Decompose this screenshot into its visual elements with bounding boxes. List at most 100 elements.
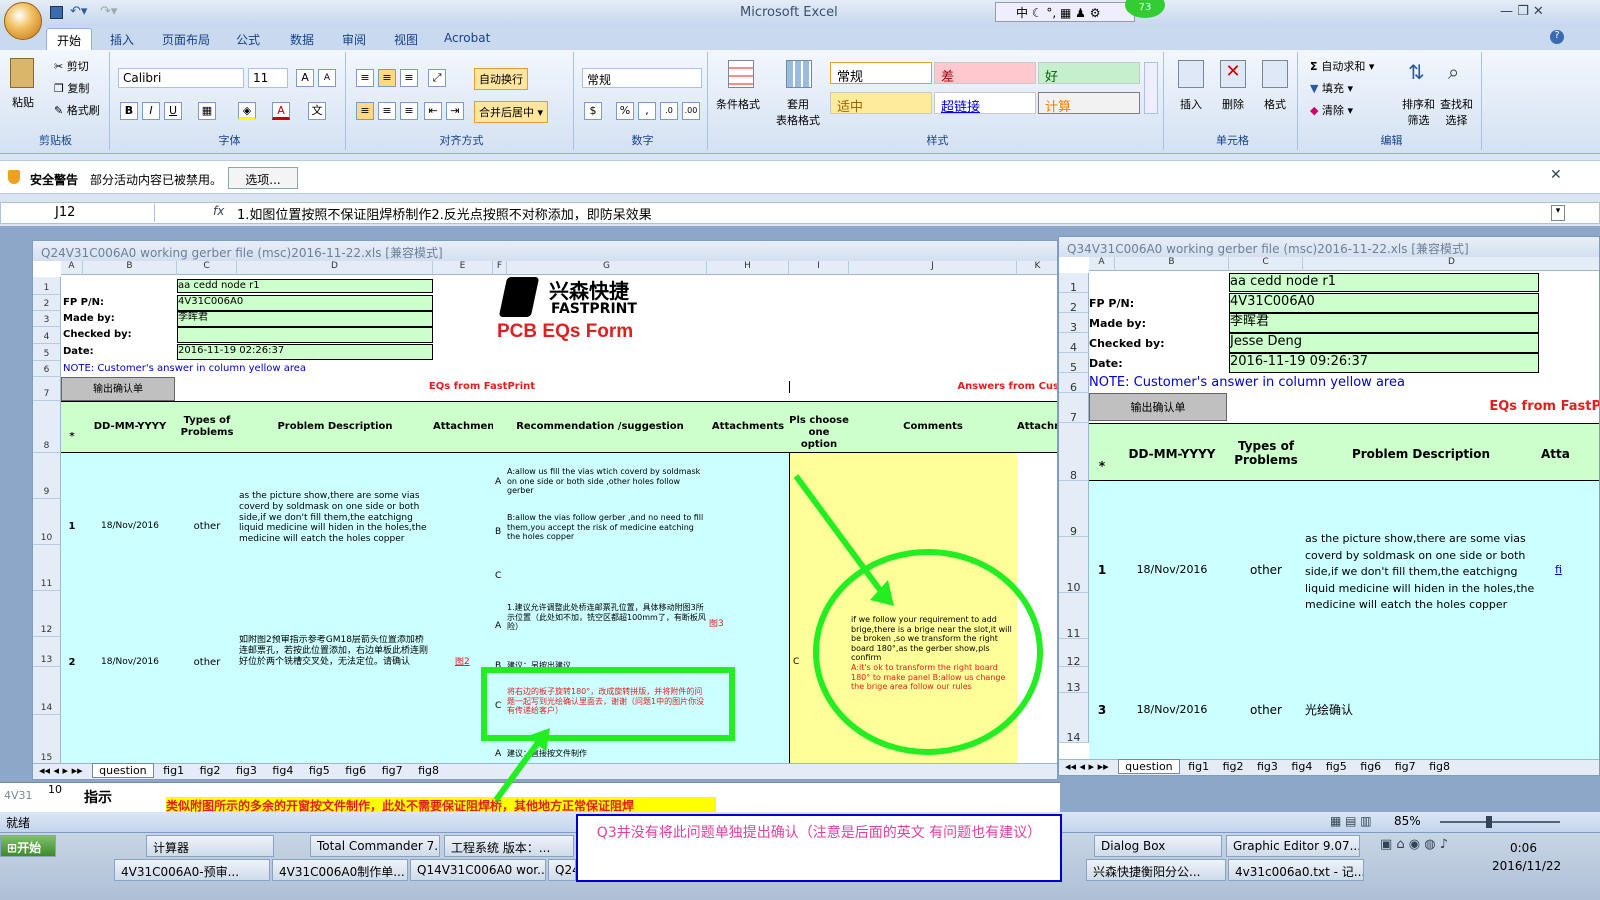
l-q2-opt-c[interactable]: 将右边的板子旋转180°，改成旋转拼版，并将附件的问题一起写到光绘确认里面去，谢…: [507, 687, 707, 716]
percent-icon[interactable]: %: [616, 102, 634, 120]
l-q2-attach-a[interactable]: 图3: [709, 619, 724, 630]
start-button[interactable]: ⊞开始: [0, 835, 56, 857]
task-q24v[interactable]: Q24V: [548, 859, 576, 881]
row-header[interactable]: 4: [33, 327, 61, 344]
task-total-commander[interactable]: Total Commander 7...: [310, 835, 440, 857]
merge-center-button[interactable]: 合并后居中 ▾: [474, 101, 549, 123]
align-center-icon[interactable]: ≡: [378, 102, 396, 120]
column-header[interactable]: A: [1089, 257, 1115, 271]
undo-icon[interactable]: ↶▾: [70, 4, 87, 19]
sheet-tab-fig3[interactable]: fig3: [230, 764, 263, 777]
sheet-tab-fig2[interactable]: fig2: [194, 764, 227, 777]
l-made-value[interactable]: 李晖君: [177, 311, 433, 327]
window-controls[interactable]: — ❐ ✕: [1500, 4, 1544, 19]
row-header[interactable]: 7: [33, 377, 61, 401]
row-header[interactable]: 13: [33, 637, 61, 667]
align-top-icon[interactable]: ≡: [356, 69, 374, 87]
conditional-format-icon[interactable]: [728, 60, 754, 88]
orientation-icon[interactable]: ⤢: [428, 69, 446, 87]
align-left-icon[interactable]: ≡: [356, 102, 374, 120]
tab-review[interactable]: 审阅: [332, 28, 376, 50]
row-header[interactable]: 2: [1059, 293, 1089, 314]
row-header[interactable]: 6: [1059, 373, 1089, 394]
sheet-tab-fig5[interactable]: fig5: [1321, 760, 1352, 773]
r-made-value[interactable]: 李晖君: [1229, 313, 1539, 333]
row-header[interactable]: 4: [1059, 333, 1089, 354]
style-hyperlink[interactable]: 超链接: [934, 92, 1036, 115]
table-format-button[interactable]: 套用 表格格式: [776, 96, 820, 128]
l-q1-opt-b[interactable]: B:allow the vias follow gerber ,and no n…: [507, 513, 707, 542]
find-select-button[interactable]: 查找和 选择: [1440, 96, 1473, 128]
name-box[interactable]: J12: [5, 204, 155, 222]
sheet-tab-fig4[interactable]: fig4: [266, 764, 299, 777]
office-button[interactable]: [4, 2, 42, 40]
column-header[interactable]: E: [433, 261, 493, 275]
l-part-no[interactable]: aa cedd node r1: [177, 279, 433, 293]
l-checked-value[interactable]: [177, 327, 433, 343]
tab-acrobat[interactable]: Acrobat: [434, 28, 500, 50]
l-q2-opt-a[interactable]: 1.建议允许调整此处桥连邮票孔位置，具体移动附图3所示位置（此处如不加，铣空区都…: [507, 603, 707, 632]
sheet-nav-icon[interactable]: ◂◂ ◂ ▸ ▸▸: [1059, 760, 1115, 773]
column-header[interactable]: A: [61, 261, 83, 275]
row-header[interactable]: 12: [33, 591, 61, 637]
align-right-icon[interactable]: ≡: [400, 102, 418, 120]
r-checked-value[interactable]: Jesse Deng: [1229, 333, 1539, 353]
row-header[interactable]: 12: [1059, 639, 1089, 668]
format-cells-icon[interactable]: [1262, 60, 1288, 88]
copy-button[interactable]: ❐ 复制: [54, 80, 89, 96]
task-engineering-system[interactable]: 工程系统 版本：...: [444, 835, 574, 857]
sheet-tab-fig5[interactable]: fig5: [303, 764, 336, 777]
style-bad[interactable]: 差: [934, 62, 1036, 85]
l-q2-comment[interactable]: if we follow your requirement to add bri…: [851, 615, 1017, 692]
row-header[interactable]: 14: [1059, 693, 1089, 744]
zoom-level[interactable]: 85%: [1394, 814, 1421, 828]
column-header[interactable]: D: [237, 261, 433, 275]
decrease-indent-icon[interactable]: ⇤: [424, 102, 442, 120]
column-header[interactable]: I: [789, 261, 849, 275]
underline-icon[interactable]: U: [164, 102, 182, 120]
clear-button[interactable]: ◆ 清除 ▾: [1310, 102, 1353, 118]
row-header[interactable]: 1: [33, 277, 61, 295]
align-bottom-icon[interactable]: ≡: [400, 69, 418, 87]
back-tab-label[interactable]: 4V31: [4, 789, 33, 802]
row-header[interactable]: 3: [1059, 313, 1089, 334]
style-good[interactable]: 好: [1038, 62, 1140, 85]
task-fastprint-hengyang[interactable]: 兴森快捷衡阳分公...: [1086, 859, 1226, 881]
zoom-slider[interactable]: [1440, 821, 1560, 823]
grow-font-icon[interactable]: A: [296, 69, 314, 87]
task-calculator[interactable]: 计算器: [146, 835, 274, 857]
save-icon[interactable]: [50, 6, 63, 19]
row-header[interactable]: 5: [1059, 353, 1089, 374]
tab-home[interactable]: 开始: [46, 28, 93, 50]
sheet-tab-question[interactable]: question: [1118, 759, 1180, 774]
task-4v31-make-sheet[interactable]: 4V31C006A0制作单...: [272, 859, 408, 881]
delete-cells-button[interactable]: 删除: [1222, 96, 1244, 112]
row-header[interactable]: 10: [33, 499, 61, 545]
task-dialog-box[interactable]: Dialog Box: [1094, 835, 1222, 857]
delete-icon[interactable]: ✕: [1220, 60, 1246, 88]
sheet-tab-fig8[interactable]: fig8: [412, 764, 445, 777]
l-q2-opt-b[interactable]: 建议：另按出建议: [507, 661, 707, 671]
font-name-select[interactable]: Calibri: [118, 68, 244, 88]
align-middle-icon[interactable]: ≡: [378, 69, 396, 87]
column-header[interactable]: C: [177, 261, 237, 275]
phonetic-icon[interactable]: 文: [308, 102, 326, 120]
border-icon[interactable]: ▦: [198, 102, 216, 120]
l-q2-attach[interactable]: 图2: [455, 657, 470, 668]
l-q3-opt-a[interactable]: 建议：直接按文件制作: [507, 749, 707, 759]
sheet-tab-fig7[interactable]: fig7: [376, 764, 409, 777]
row-header[interactable]: 14: [33, 667, 61, 715]
expand-formula-icon[interactable]: ▾: [1551, 205, 1565, 221]
r-output-confirm[interactable]: 输出确认单: [1089, 393, 1227, 421]
insert-cells-button[interactable]: 插入: [1180, 96, 1202, 112]
tray-icons[interactable]: ▣ ⌂ ◉ ◍ ♪: [1380, 837, 1448, 852]
row-header[interactable]: 10: [1059, 537, 1089, 594]
shrink-font-icon[interactable]: A: [318, 69, 336, 87]
style-calculation[interactable]: 计算: [1038, 92, 1140, 115]
column-header[interactable]: C: [1229, 257, 1303, 271]
sheet-tab-fig8[interactable]: fig8: [1424, 760, 1455, 773]
tab-formulas[interactable]: 公式: [226, 28, 270, 50]
table-format-icon[interactable]: [786, 60, 812, 88]
row-header[interactable]: 5: [33, 344, 61, 361]
view-buttons[interactable]: ▦ ▤ ▥: [1330, 814, 1372, 828]
